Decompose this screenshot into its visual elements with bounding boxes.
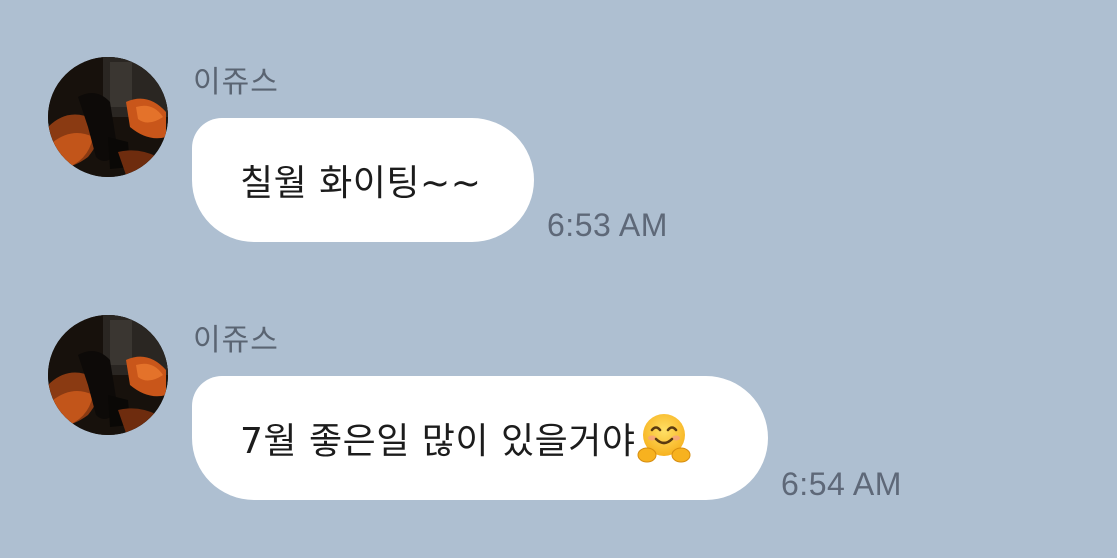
sender-name: 이쥬스 (193, 65, 279, 100)
profile-photo-icon (48, 315, 168, 435)
message-text-content: 7월 좋은일 많이 있을거야 (240, 421, 636, 462)
message-row: 이쥬스 칠월 화이팅~~ 6:53 AM (0, 57, 1117, 257)
chat-room: 이쥬스 칠월 화이팅~~ 6:53 AM 이쥬스 7월 좋은일 많이 있을거야 (0, 0, 1117, 558)
message-timestamp: 6:53 AM (547, 207, 668, 243)
message-timestamp: 6:54 AM (781, 466, 902, 502)
smiling-face-with-open-hands-icon (637, 414, 691, 463)
message-text: 칠월 화이팅~~ (240, 163, 482, 204)
avatar[interactable] (48, 315, 168, 435)
message-row: 이쥬스 7월 좋은일 많이 있을거야 6:54 AM (0, 315, 1117, 515)
message-bubble[interactable]: 칠월 화이팅~~ (192, 118, 534, 242)
sender-name: 이쥬스 (193, 323, 279, 358)
profile-photo-icon (48, 57, 168, 177)
message-text: 7월 좋은일 많이 있을거야 (240, 411, 691, 465)
avatar[interactable] (48, 57, 168, 177)
message-bubble[interactable]: 7월 좋은일 많이 있을거야 (192, 376, 768, 500)
